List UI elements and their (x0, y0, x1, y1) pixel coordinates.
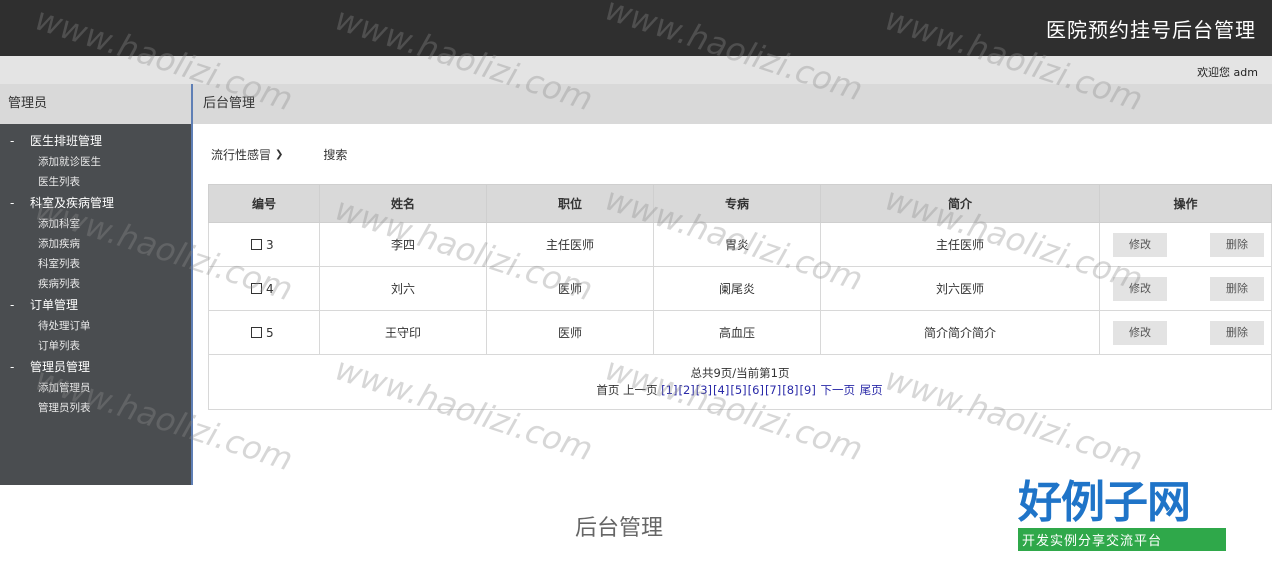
menu-item-add-department[interactable]: 添加科室 (0, 214, 191, 234)
pagination-row: 总共9页/当前第1页 首页 上一页 [1][2][3][4][5][6][7][… (208, 354, 1272, 410)
top-bar: 医院预约挂号后台管理 (0, 0, 1272, 56)
table-header-row: 编号 姓名 职位 专病 简介 操作 (208, 184, 1272, 223)
main-header: 后台管理 (193, 84, 1272, 124)
pagination-first: 首页 (596, 383, 620, 397)
delete-button[interactable]: 删除 (1210, 320, 1264, 345)
position-cell: 医师 (486, 266, 654, 311)
row-checkbox[interactable] (251, 238, 262, 250)
welcome-bar: 欢迎您 adm (0, 56, 1272, 84)
delete-button[interactable]: 删除 (1210, 276, 1264, 301)
menu-item-admin-list[interactable]: 管理员列表 (0, 398, 191, 418)
intro-cell: 简介简介简介 (820, 310, 1100, 355)
pagination-links: 首页 上一页 [1][2][3][4][5][6][7][8][9] 下一页 尾… (210, 382, 1270, 399)
column-header-name: 姓名 (319, 184, 487, 223)
menu-item-add-admin[interactable]: 添加管理员 (0, 378, 191, 398)
menu-item-disease-list[interactable]: 疾病列表 (0, 274, 191, 294)
intro-cell: 刘六医师 (820, 266, 1100, 311)
menu-group-orders[interactable]: - 订单管理 (0, 294, 191, 316)
doctor-table: 编号 姓名 职位 专病 简介 操作 3 李四 主任医师 胃炎 主任医师 修改 删除 (208, 184, 1272, 410)
table-row: 3 李四 主任医师 胃炎 主任医师 修改 删除 (208, 222, 1272, 267)
table-row: 4 刘六 医师 阑尾炎 刘六医师 修改 删除 (208, 266, 1272, 311)
actions-cell: 修改 删除 (1099, 310, 1272, 355)
menu-group-doctor-schedule[interactable]: - 医生排班管理 (0, 130, 191, 152)
id-value: 3 (266, 237, 274, 252)
row-checkbox[interactable] (251, 282, 262, 294)
page-link-2[interactable]: [2] (678, 383, 694, 397)
pagination: 总共9页/当前第1页 首页 上一页 [1][2][3][4][5][6][7][… (208, 354, 1272, 410)
logo-sub-text: 开发实例分享交流平台 (1018, 528, 1226, 551)
page-link-9[interactable]: [9] (800, 383, 816, 397)
sidebar: 管理员 - 医生排班管理 添加就诊医生 医生列表 - 科室及疾病管理 添加科室 添加… (0, 84, 193, 485)
pagination-last[interactable]: 尾页 (860, 383, 883, 397)
menu-group-department-disease[interactable]: - 科室及疾病管理 (0, 192, 191, 214)
column-header-intro: 简介 (820, 184, 1100, 223)
id-cell: 4 (208, 266, 320, 311)
menu-item-add-disease[interactable]: 添加疾病 (0, 234, 191, 254)
position-cell: 主任医师 (486, 222, 654, 267)
sidebar-header: 管理员 (0, 84, 191, 124)
name-cell: 王守印 (319, 310, 487, 355)
edit-button[interactable]: 修改 (1113, 276, 1167, 301)
menu-group-label: 科室及疾病管理 (30, 196, 115, 210)
actions-cell: 修改 删除 (1099, 222, 1272, 267)
disease-select-value: 流行性感冒 (211, 148, 272, 162)
edit-button[interactable]: 修改 (1113, 320, 1167, 345)
row-checkbox[interactable] (251, 326, 262, 338)
page-link-6[interactable]: [6] (748, 383, 764, 397)
pagination-next[interactable]: 下一页 (820, 383, 855, 397)
page-caption: 后台管理 (575, 516, 664, 541)
welcome-text: 欢迎您 adm (1197, 66, 1258, 79)
column-header-actions: 操作 (1099, 184, 1272, 223)
id-value: 4 (266, 281, 274, 296)
page-link-5[interactable]: [5] (730, 383, 746, 397)
disease-select[interactable]: 流行性感冒 ❯ (211, 146, 283, 163)
position-cell: 医师 (486, 310, 654, 355)
column-header-specialty: 专病 (653, 184, 821, 223)
chevron-down-icon: ❯ (275, 149, 284, 160)
menu-group-label: 订单管理 (30, 298, 79, 312)
page-link-3[interactable]: [3] (696, 383, 712, 397)
logo-main-text: 好例子网 (1018, 477, 1191, 528)
menu-item-add-doctor[interactable]: 添加就诊医生 (0, 152, 191, 172)
menu-item-order-list[interactable]: 订单列表 (0, 336, 191, 356)
app-title: 医院预约挂号后台管理 (1046, 18, 1256, 42)
column-header-id: 编号 (208, 184, 320, 223)
menu-item-pending-orders[interactable]: 待处理订单 (0, 316, 191, 336)
column-header-position: 职位 (486, 184, 654, 223)
doctor-table-wrap: 编号 姓名 职位 专病 简介 操作 3 李四 主任医师 胃炎 主任医师 修改 删除 (208, 184, 1272, 410)
actions-cell: 修改 删除 (1099, 266, 1272, 311)
page-link-8[interactable]: [8] (782, 383, 798, 397)
main-panel: 后台管理 流行性感冒 ❯ 搜索 编号 姓名 职位 专病 简介 操作 3 李四 主… (193, 84, 1272, 485)
id-value: 5 (266, 325, 274, 340)
filter-row: 流行性感冒 ❯ 搜索 (211, 146, 347, 163)
sidebar-menu: - 医生排班管理 添加就诊医生 医生列表 - 科室及疾病管理 添加科室 添加疾病 科… (0, 124, 191, 418)
intro-cell: 主任医师 (820, 222, 1100, 267)
page-link-4[interactable]: [4] (713, 383, 729, 397)
haolizi-logo: 好例子网 开发实例分享交流平台 (1018, 478, 1230, 551)
page-link-7[interactable]: [7] (765, 383, 781, 397)
delete-button[interactable]: 删除 (1210, 232, 1264, 257)
id-cell: 3 (208, 222, 320, 267)
menu-group-admins[interactable]: - 管理员管理 (0, 356, 191, 378)
name-cell: 李四 (319, 222, 487, 267)
search-button[interactable]: 搜索 (323, 146, 347, 163)
specialty-cell: 阑尾炎 (653, 266, 821, 311)
menu-group-label: 医生排班管理 (30, 134, 103, 148)
id-cell: 5 (208, 310, 320, 355)
edit-button[interactable]: 修改 (1113, 232, 1167, 257)
specialty-cell: 高血压 (653, 310, 821, 355)
menu-item-doctor-list[interactable]: 医生列表 (0, 172, 191, 192)
menu-item-department-list[interactable]: 科室列表 (0, 254, 191, 274)
name-cell: 刘六 (319, 266, 487, 311)
page-link-1[interactable]: [1] (661, 383, 677, 397)
menu-group-label: 管理员管理 (30, 360, 91, 374)
specialty-cell: 胃炎 (653, 222, 821, 267)
pagination-summary: 总共9页/当前第1页 (690, 366, 790, 380)
pagination-prev: 上一页 (623, 383, 658, 397)
table-row: 5 王守印 医师 高血压 简介简介简介 修改 删除 (208, 310, 1272, 355)
